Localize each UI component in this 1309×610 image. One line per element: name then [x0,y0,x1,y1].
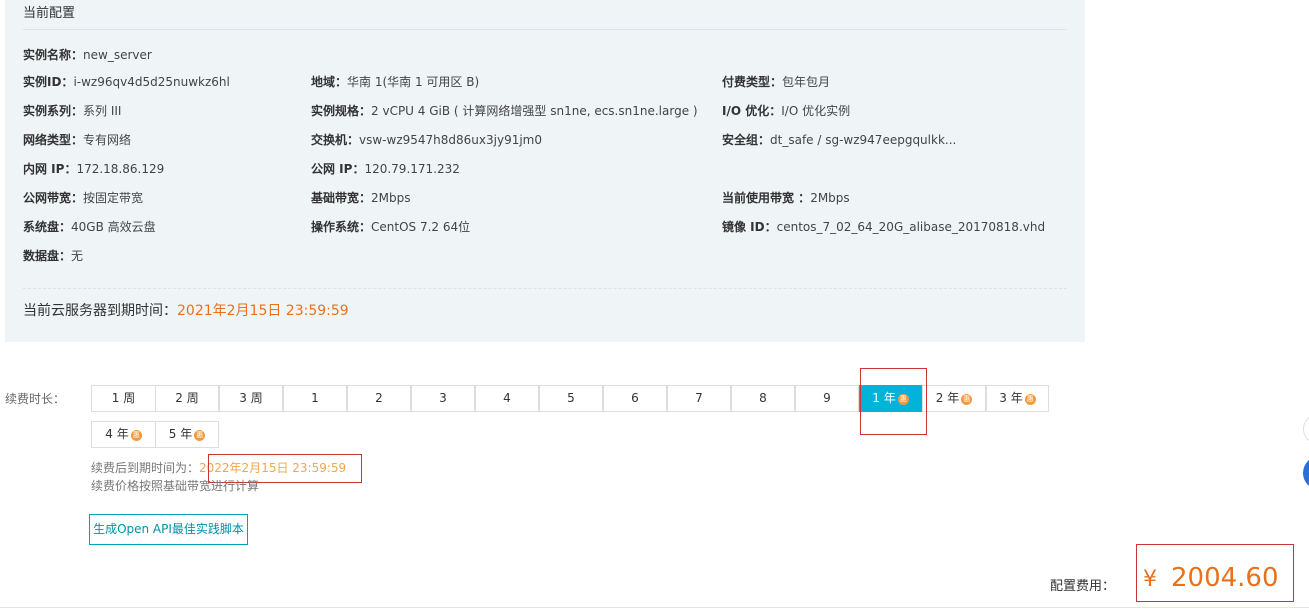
current-expiry: 当前云服务器到期时间：2021年2月15日 23:59:59 [23,303,349,319]
duration-option-5-year[interactable]: 5 年惠 [155,421,219,448]
public-ip: 公网 IP：120.79.171.232 [311,162,460,176]
expiry-divider [23,288,1067,289]
discount-badge-icon: 惠 [1024,394,1036,405]
duration-option-4-month[interactable]: 4 [475,385,539,412]
instance-id: 实例ID：i-wz96qv4d5d25nuwkz6hl [23,75,230,89]
duration-option-8-month[interactable]: 8 [731,385,795,412]
duration-option-1-year[interactable]: 1 年惠 [859,385,922,412]
security-group: 安全组：dt_safe / sg-wz947eepgqulkk... [722,133,957,147]
duration-option-2-year[interactable]: 2 年惠 [922,385,986,412]
instance-name: 实例名称：new_server [23,48,152,62]
current-config-panel: 当前配置 实例名称：new_server 实例ID：i-wz96qv4d5d25… [5,0,1085,342]
duration-option-1-week[interactable]: 1 周 [91,385,156,412]
config-title: 当前配置 [23,6,76,21]
renewal-expiry: 续费后到期时间为：2022年2月15日 23:59:59 [91,461,347,475]
instance-family: 实例系列：系列 III [23,104,122,118]
bottom-divider [0,607,1309,608]
duration-option-9-month[interactable]: 9 [795,385,859,412]
current-bandwidth: 当前使用带宽 ：2Mbps [722,191,850,205]
discount-badge-icon: 惠 [130,430,142,441]
data-disk: 数据盘：无 [23,249,84,263]
config-cost-value: ¥2004.60 [1143,563,1279,593]
io-optimized: I/O 优化：I/O 优化实例 [722,104,851,118]
system-disk: 系统盘：40GB 高效云盘 [23,220,156,234]
duration-option-3-year[interactable]: 3 年惠 [986,385,1049,412]
side-help-button[interactable] [1303,456,1309,490]
network-type: 网络类型：专有网络 [23,133,132,147]
duration-option-1-month[interactable]: 1 [283,385,347,412]
image-id: 镜像 ID：centos_7_02_64_20G_alibase_2017081… [722,220,1046,234]
generate-openapi-script-button[interactable]: 生成Open API最佳实践脚本 [89,514,248,545]
duration-option-3-week[interactable]: 3 周 [219,385,283,412]
duration-option-2-week[interactable]: 2 周 [155,385,219,412]
duration-option-7-month[interactable]: 7 [667,385,731,412]
instance-spec: 实例规格：2 vCPU 4 GiB ( 计算网络增强型 sn1ne, ecs.s… [311,104,698,118]
config-cost-label: 配置费用： [1050,579,1116,594]
duration-option-6-month[interactable]: 6 [603,385,667,412]
currency-symbol: ¥ [1143,567,1157,592]
renewal-duration-label: 续费时长： [5,392,66,406]
duration-option-2-month[interactable]: 2 [347,385,411,412]
duration-option-5-month[interactable]: 5 [539,385,603,412]
side-float-button[interactable] [1303,414,1309,444]
discount-badge-icon: 惠 [897,394,909,405]
billing-type: 付费类型：包年包月 [722,75,831,89]
region: 地域：华南 1(华南 1 可用区 B) [311,75,480,89]
private-ip: 内网 IP：172.18.86.129 [23,162,165,176]
title-divider [23,29,1067,30]
public-bandwidth: 公网带宽：按固定带宽 [23,191,144,205]
discount-badge-icon: 惠 [194,430,206,441]
discount-badge-icon: 惠 [961,394,973,405]
price-note: 续费价格按照基础带宽进行计算 [91,479,260,493]
vswitch: 交换机：vsw-wz9547h8d86ux3jy91jm0 [311,133,542,147]
operating-system: 操作系统：CentOS 7.2 64位 [311,220,471,234]
duration-option-3-month[interactable]: 3 [411,385,475,412]
duration-option-4-year[interactable]: 4 年惠 [91,421,156,448]
base-bandwidth: 基础带宽：2Mbps [311,191,411,205]
